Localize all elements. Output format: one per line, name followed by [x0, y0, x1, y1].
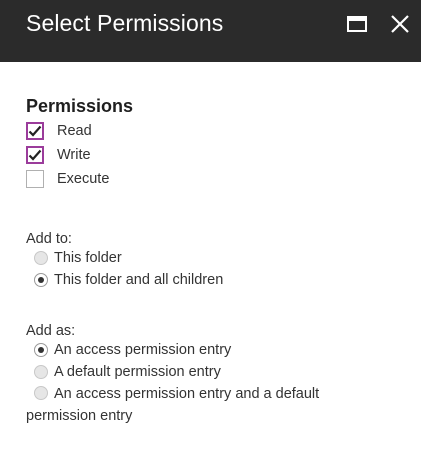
radio-default-entry-label: A default permission entry [54, 364, 221, 380]
radio-access-entry[interactable]: An access permission entry [26, 339, 406, 361]
radio-this-folder[interactable]: This folder [26, 247, 406, 269]
read-checkbox[interactable] [26, 122, 44, 140]
radio-this-folder-button[interactable] [34, 251, 48, 265]
checkmark-icon [28, 149, 42, 161]
maximize-button[interactable] [345, 12, 369, 36]
radio-access-and-default-entry[interactable]: An access permission entry and a default [26, 383, 406, 405]
radio-access-and-default-entry-button[interactable] [34, 386, 48, 400]
write-checkbox[interactable] [26, 146, 44, 164]
radio-access-entry-label: An access permission entry [54, 342, 232, 358]
radio-this-folder-and-children[interactable]: This folder and all children [26, 269, 406, 291]
read-checkbox-row[interactable]: Read [26, 119, 406, 143]
radio-this-folder-label: This folder [54, 250, 122, 266]
permissions-heading: Permissions [26, 96, 134, 116]
read-label: Read [57, 123, 92, 139]
close-icon [391, 15, 409, 33]
radio-this-folder-and-children-label: This folder and all children [54, 272, 224, 288]
permissions-panel: Permissions Read Write Execute Add to: T… [26, 96, 406, 427]
add-as-label: Add as: [26, 323, 76, 339]
title-bar: Select Permissions [0, 0, 421, 62]
execute-label: Execute [57, 171, 110, 187]
radio-access-and-default-entry-label-cont: permission entry [26, 408, 133, 424]
radio-this-folder-and-children-button[interactable] [34, 273, 48, 287]
write-checkbox-row[interactable]: Write [26, 143, 406, 167]
checkmark-icon [28, 125, 42, 137]
radio-default-entry[interactable]: A default permission entry [26, 361, 406, 383]
maximize-icon [347, 16, 367, 32]
window-title: Select Permissions [26, 10, 224, 36]
write-label: Write [57, 147, 91, 163]
execute-checkbox[interactable] [26, 170, 44, 188]
radio-default-entry-button[interactable] [34, 365, 48, 379]
add-to-label: Add to: [26, 231, 72, 247]
radio-access-entry-button[interactable] [34, 343, 48, 357]
radio-access-and-default-entry-label: An access permission entry and a default [54, 386, 320, 402]
execute-checkbox-row[interactable]: Execute [26, 167, 406, 191]
close-button[interactable] [388, 12, 412, 36]
